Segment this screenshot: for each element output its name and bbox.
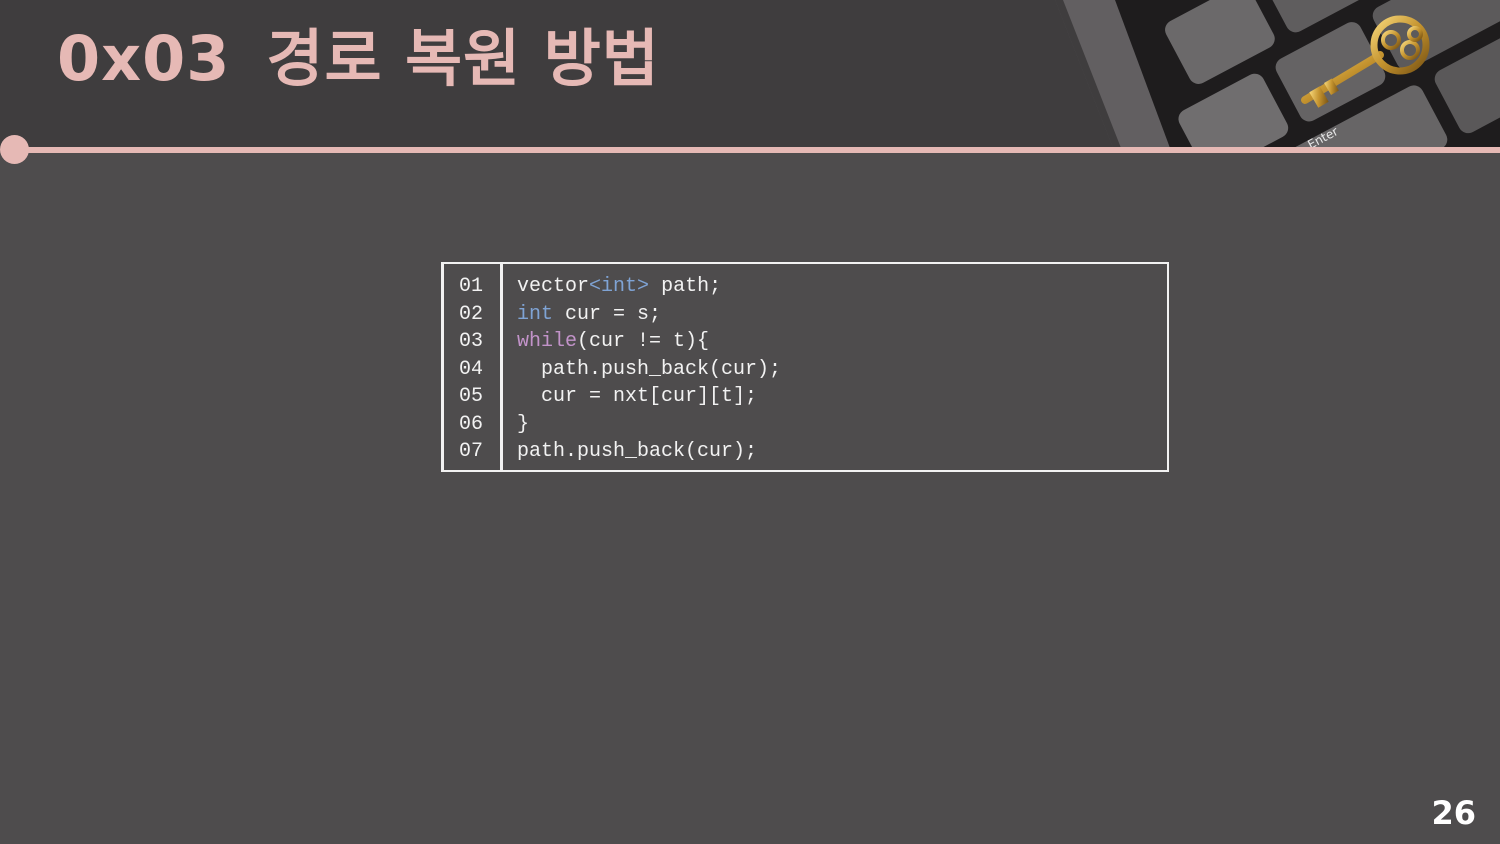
code-line-7: path.push_back(cur);	[517, 440, 758, 463]
line-number: 07	[459, 440, 484, 463]
slide-title: 0x03 경로 복원 방법	[57, 28, 660, 90]
code-token: >	[637, 275, 650, 298]
line-number: 02	[459, 302, 484, 326]
title-number: 0x03	[57, 22, 231, 95]
code-token: (cur != t){	[577, 330, 710, 353]
accent-rule	[14, 147, 1500, 153]
line-number-gutter: 01 02 03 04 05 06 07	[443, 264, 503, 470]
code-token: cur = s;	[553, 302, 662, 326]
code-block: 01 02 03 04 05 06 07 vector<int> path; i…	[441, 262, 1169, 472]
keyboard-key-image: Enter	[1055, 0, 1500, 148]
code-line-6: }	[517, 412, 530, 436]
code-token: vector	[517, 275, 590, 298]
code-line-5: cur = nxt[cur][t];	[517, 385, 758, 408]
line-number: 06	[459, 412, 484, 436]
title-text: 경로 복원 방법	[266, 22, 660, 95]
page-number: 26	[1431, 794, 1476, 832]
code-line-4: path.push_back(cur);	[517, 357, 782, 381]
code-token: <	[589, 275, 602, 298]
code-line-1: vector<int> path;	[517, 273, 1167, 301]
line-number: 05	[459, 385, 484, 408]
code-lines: vector<int> path; int cur = s; while(cur…	[503, 264, 1167, 470]
key-on-keyboard-icon: Enter	[1055, 0, 1500, 148]
line-number: 03	[459, 330, 484, 353]
code-keyword: int	[517, 302, 554, 326]
code-keyword: int	[601, 275, 638, 298]
code-token: path;	[649, 275, 722, 298]
code-line-2: int cur = s;	[517, 301, 1167, 329]
line-number: 04	[459, 357, 484, 381]
code-line-3: while(cur != t){	[517, 328, 1167, 356]
line-number: 01	[459, 275, 484, 298]
code-keyword: while	[517, 330, 578, 353]
